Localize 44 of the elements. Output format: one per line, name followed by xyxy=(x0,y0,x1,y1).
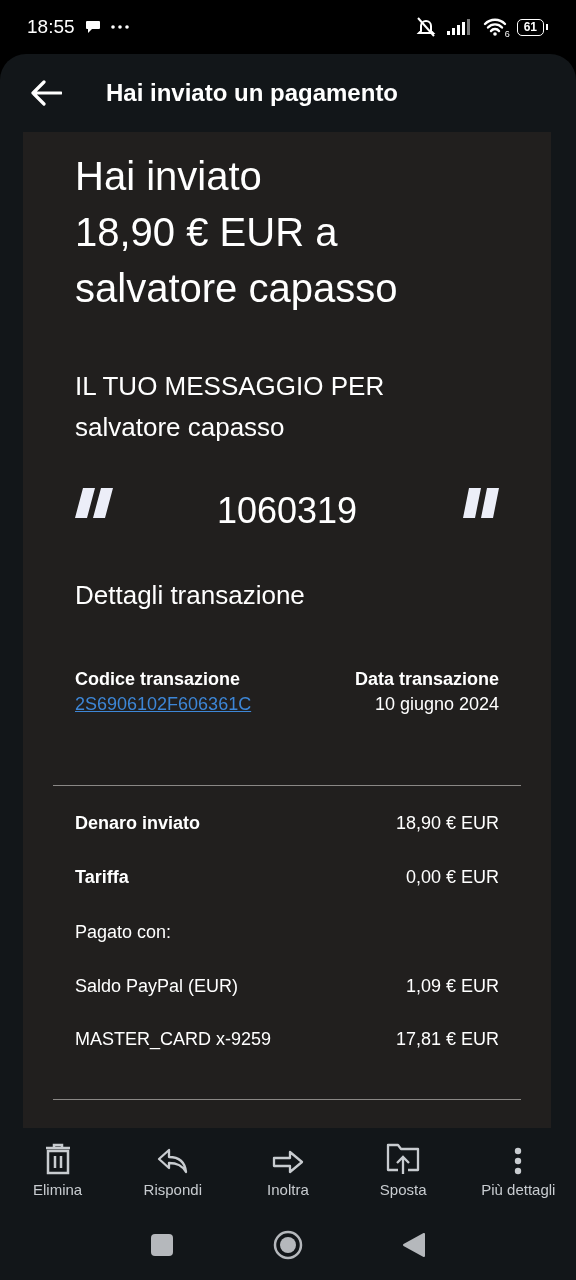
toolbar-button[interactable]: Sposta xyxy=(353,1138,454,1198)
summary-label: MASTER_CARD x-9259 xyxy=(75,1029,272,1050)
section-label: Pagato con: xyxy=(75,921,172,943)
message-text: 1060319 xyxy=(216,490,358,532)
transaction-code-link[interactable]: 2S6906102F606361C xyxy=(75,692,252,717)
summary-amount: 1,09 € EUR xyxy=(405,976,499,997)
message-recipient: salvatore capasso xyxy=(75,411,286,444)
toolbar-button[interactable]: Inoltra xyxy=(237,1138,338,1198)
summary-amount: 17,81 € EUR xyxy=(395,1029,499,1050)
field-label: Codice transazione xyxy=(75,668,242,691)
summary-amount: 18,90 € EUR xyxy=(395,812,499,834)
folder-upload-icon xyxy=(386,1143,421,1175)
reply-icon xyxy=(156,1147,189,1175)
wifi-icon xyxy=(482,18,507,36)
more-vertical-icon xyxy=(514,1147,523,1175)
toolbar-button[interactable]: Rispondi xyxy=(122,1138,223,1198)
headline-line: Hai inviato xyxy=(75,153,263,200)
summary-amount: 0,00 € EUR xyxy=(405,866,499,888)
section-title: Dettagli transazione xyxy=(75,580,306,611)
summary-label: Saldo PayPal (EUR) xyxy=(75,976,239,997)
battery-level: 61 xyxy=(516,18,544,36)
transaction-date: 10 giugno 2024 xyxy=(374,694,499,714)
summary-label: Denaro inviato xyxy=(75,812,201,834)
status-time: 18:55 xyxy=(27,16,75,38)
toolbar-button[interactable]: Elimina xyxy=(7,1138,108,1198)
back-triangle-icon[interactable] xyxy=(403,1233,425,1257)
toolbar-button[interactable]: Più dettagli xyxy=(468,1138,569,1198)
home-icon[interactable] xyxy=(273,1230,303,1260)
muted-bell-icon xyxy=(414,17,437,37)
signal-icon xyxy=(446,19,473,35)
field-label: Data transazione xyxy=(354,668,499,691)
right-arrow-icon xyxy=(271,1149,304,1175)
chat-bubble-icon xyxy=(84,20,101,34)
more-notifications-icon xyxy=(110,25,129,29)
message-label: IL TUO MESSAGGIO PER xyxy=(75,370,386,403)
back-arrow-icon[interactable] xyxy=(30,80,62,106)
headline-line: 18,90 € EUR a xyxy=(75,209,339,256)
summary-label: Tariffa xyxy=(75,866,129,888)
wifi-label: 6 xyxy=(504,29,510,39)
recent-apps-icon[interactable] xyxy=(151,1234,173,1256)
close-quote-icon xyxy=(461,488,499,518)
open-quote-icon xyxy=(75,488,113,518)
page-title: Hai inviato un pagamento xyxy=(106,79,399,107)
headline-line: salvatore capasso xyxy=(75,265,399,312)
